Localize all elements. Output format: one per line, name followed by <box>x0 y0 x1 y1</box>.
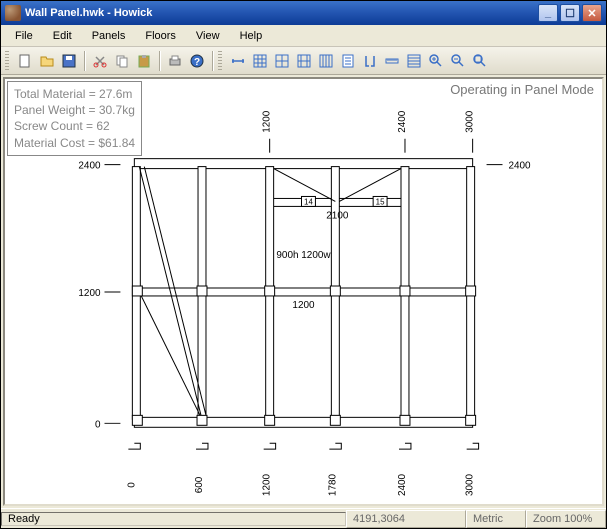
titlebar: Wall Panel.hwk - Howick _ ☐ ✕ <box>1 1 606 25</box>
grid3-icon[interactable] <box>294 51 314 71</box>
maximize-button[interactable]: ☐ <box>560 4 580 22</box>
zoom-out-icon[interactable] <box>448 51 468 71</box>
svg-text:?: ? <box>194 57 200 68</box>
svg-text:600: 600 <box>194 476 205 493</box>
minimize-button[interactable]: _ <box>538 4 558 22</box>
toolbar-grip-2[interactable] <box>218 51 222 71</box>
menu-floors[interactable]: Floors <box>135 27 186 45</box>
grid2-icon[interactable] <box>272 51 292 71</box>
panel-drawing: 14 15 <box>5 89 602 506</box>
svg-text:15: 15 <box>376 197 385 206</box>
svg-text:3000: 3000 <box>465 473 476 496</box>
grid4-icon[interactable] <box>316 51 336 71</box>
frame: 14 15 <box>132 159 475 428</box>
svg-text:2400: 2400 <box>397 473 408 496</box>
app-icon <box>5 5 21 21</box>
paste-icon[interactable] <box>134 51 154 71</box>
toolbar-grip[interactable] <box>5 51 9 71</box>
svg-text:2400: 2400 <box>78 161 101 172</box>
svg-text:1200: 1200 <box>262 110 273 133</box>
title-app: Howick <box>114 7 153 19</box>
menu-edit[interactable]: Edit <box>43 27 82 45</box>
menu-help[interactable]: Help <box>230 27 273 45</box>
svg-text:2100: 2100 <box>326 210 349 221</box>
status-zoom: Zoom 100% <box>526 510 606 528</box>
list-icon[interactable] <box>338 51 358 71</box>
status-coords: 4191,3064 <box>346 510 466 528</box>
svg-text:900h 1200w: 900h 1200w <box>276 250 331 261</box>
cut-icon[interactable] <box>90 51 110 71</box>
title-file: Wall Panel.hwk <box>25 7 104 19</box>
menu-file[interactable]: File <box>5 27 43 45</box>
bracket-icon[interactable] <box>360 51 380 71</box>
zoom-in-icon[interactable] <box>426 51 446 71</box>
menu-view[interactable]: View <box>186 27 230 45</box>
print-icon[interactable] <box>165 51 185 71</box>
status-ready: Ready <box>1 512 346 526</box>
ruler-icon[interactable] <box>382 51 402 71</box>
grid1-icon[interactable] <box>250 51 270 71</box>
svg-text:3000: 3000 <box>465 110 476 133</box>
svg-text:1200: 1200 <box>262 473 273 496</box>
save-icon[interactable] <box>59 51 79 71</box>
grid5-icon[interactable] <box>404 51 424 71</box>
canvas[interactable]: Total Material = 27.6m Panel Weight = 30… <box>3 77 604 506</box>
help-icon[interactable]: ? <box>187 51 207 71</box>
dim-horiz-icon[interactable] <box>228 51 248 71</box>
svg-text:1200: 1200 <box>292 300 315 311</box>
open-icon[interactable] <box>37 51 57 71</box>
statusbar: Ready 4191,3064 Metric Zoom 100% <box>1 508 606 528</box>
copy-icon[interactable] <box>112 51 132 71</box>
menubar: File Edit Panels Floors View Help <box>1 25 606 47</box>
new-icon[interactable] <box>15 51 35 71</box>
svg-text:0: 0 <box>95 419 101 430</box>
window-controls: _ ☐ ✕ <box>538 4 602 22</box>
window-title: Wall Panel.hwk - Howick <box>25 7 538 19</box>
svg-text:14: 14 <box>304 197 313 206</box>
status-units: Metric <box>466 510 526 528</box>
zoom-fit-icon[interactable] <box>470 51 490 71</box>
svg-text:0: 0 <box>126 482 137 488</box>
toolbar: ? <box>1 47 606 75</box>
menu-panels[interactable]: Panels <box>82 27 136 45</box>
svg-text:1200: 1200 <box>78 288 101 299</box>
svg-text:2400: 2400 <box>508 161 531 172</box>
close-button[interactable]: ✕ <box>582 4 602 22</box>
svg-text:1780: 1780 <box>327 473 338 496</box>
svg-text:2400: 2400 <box>397 110 408 133</box>
